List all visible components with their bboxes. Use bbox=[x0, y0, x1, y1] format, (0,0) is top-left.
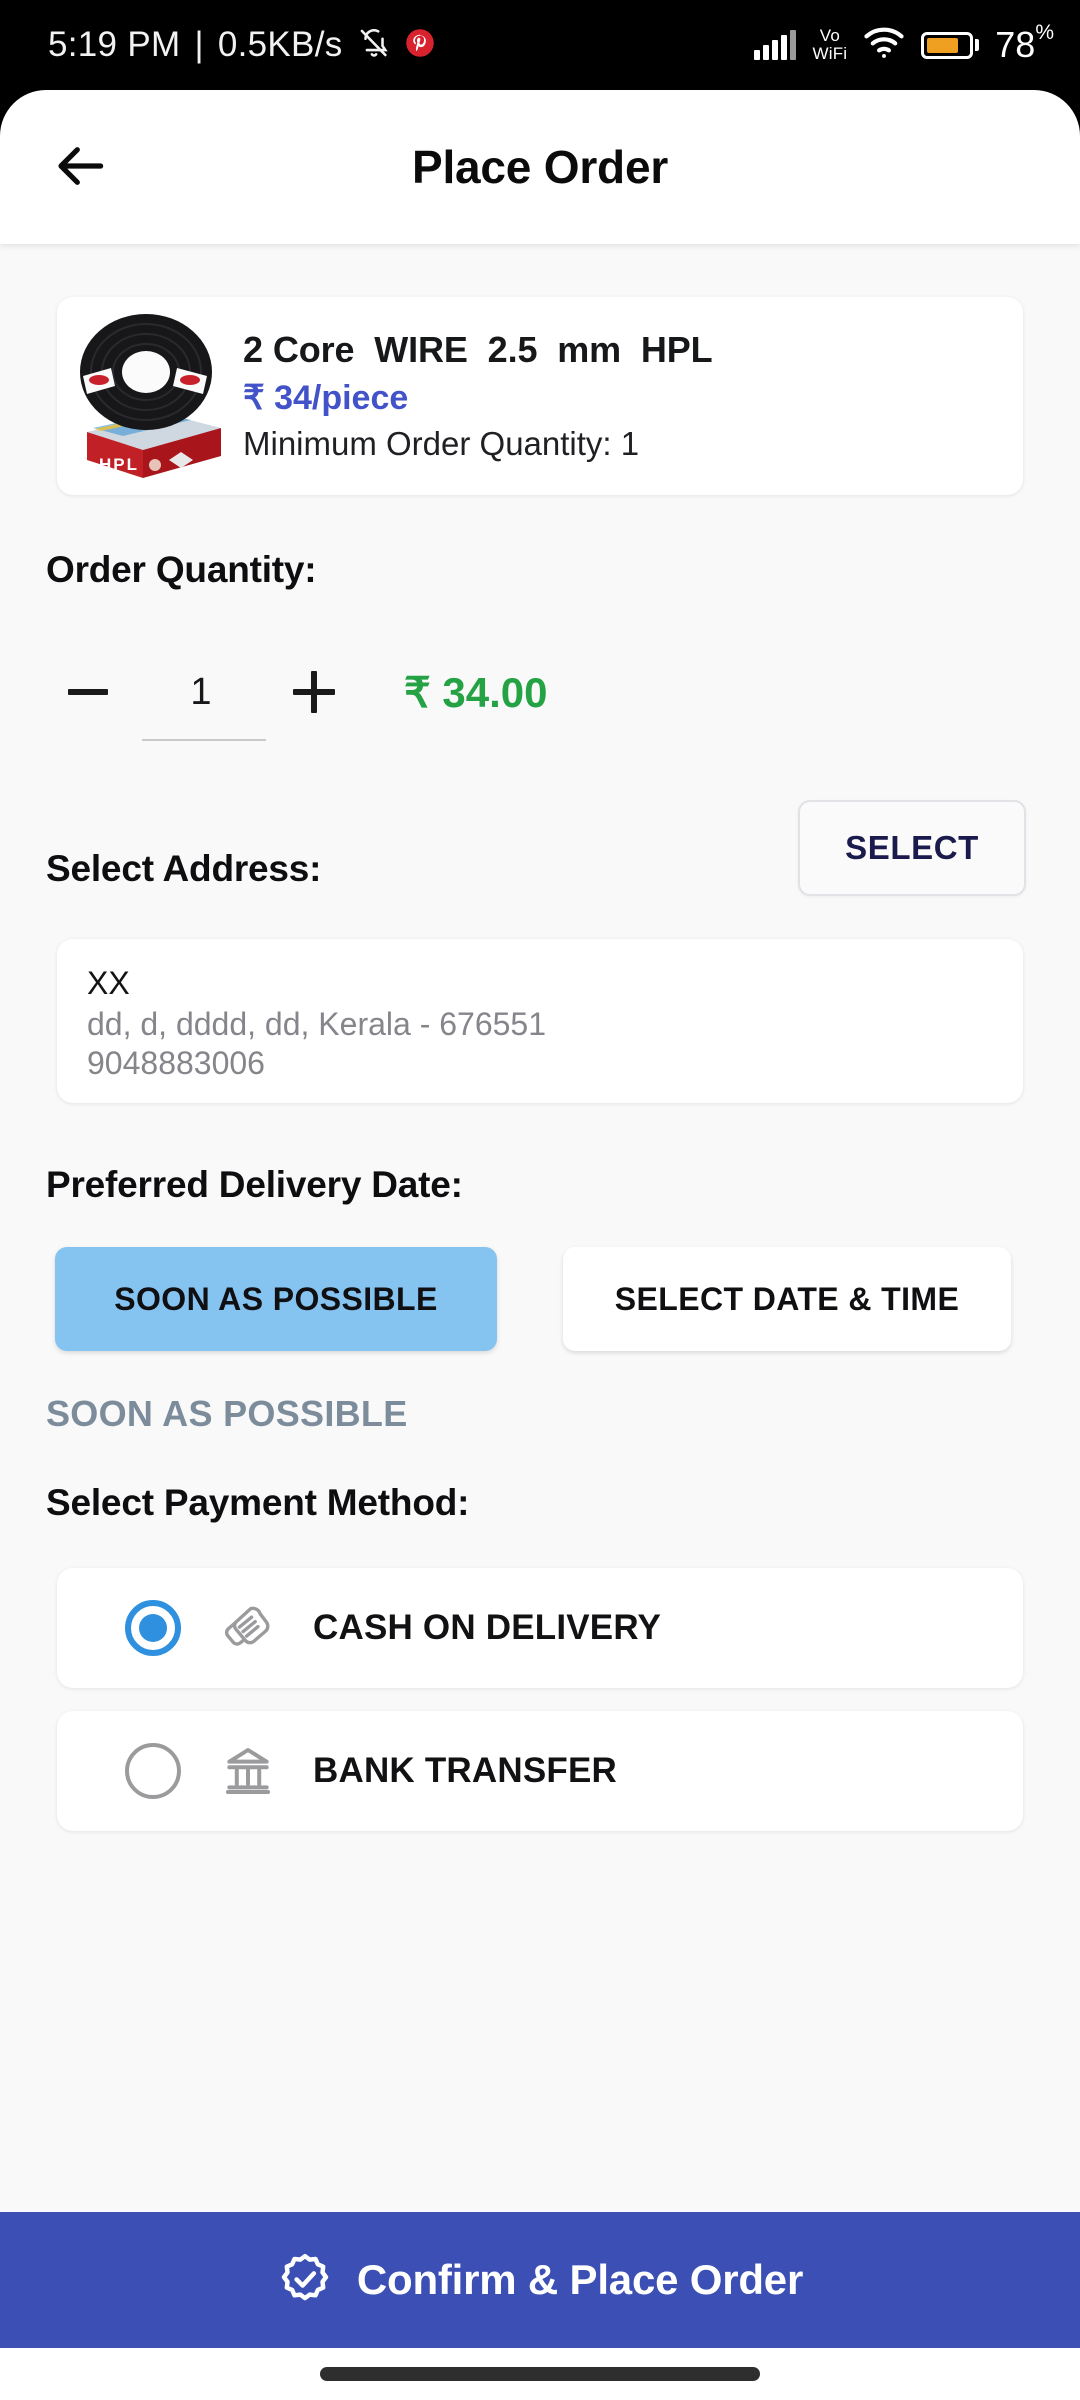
product-card[interactable]: HPL 2 Core WIRE 2.5 mm HPL ₹ 34/piece Mi… bbox=[57, 297, 1023, 495]
product-info: 2 Core WIRE 2.5 mm HPL ₹ 34/piece Minimu… bbox=[243, 329, 1023, 463]
home-gesture-pill[interactable] bbox=[320, 2367, 760, 2381]
cellular-signal-icon bbox=[754, 30, 797, 60]
order-content: HPL 2 Core WIRE 2.5 mm HPL ₹ 34/piece Mi… bbox=[0, 244, 1080, 2212]
verified-badge-check-icon bbox=[277, 2251, 333, 2310]
status-time: 5:19 PM bbox=[48, 25, 181, 64]
radio-bank-transfer[interactable] bbox=[125, 1743, 181, 1799]
delivery-date-options: SOON AS POSSIBLE SELECT DATE & TIME bbox=[55, 1247, 1011, 1351]
status-bar-right: Vo WiFi 78% bbox=[754, 20, 1054, 66]
handshake-icon bbox=[217, 1597, 279, 1659]
address-phone: 9048883006 bbox=[87, 1045, 265, 1082]
minus-icon bbox=[68, 689, 108, 695]
quantity-stepper: 1 ₹ 34.00 bbox=[46, 644, 746, 741]
quantity-value: 1 bbox=[190, 671, 212, 713]
quantity-decrement-button[interactable] bbox=[46, 650, 130, 734]
back-button[interactable] bbox=[46, 131, 118, 203]
product-price: ₹ 34/piece bbox=[243, 379, 409, 417]
radio-cash-on-delivery[interactable] bbox=[125, 1600, 181, 1656]
confirm-place-order-label: Confirm & Place Order bbox=[356, 2256, 804, 2303]
address-line: dd, d, dddd, dd, Kerala - 676551 bbox=[87, 1006, 547, 1042]
product-min-order-quantity: Minimum Order Quantity: 1 bbox=[243, 425, 640, 462]
confirm-place-order-button[interactable]: Confirm & Place Order bbox=[0, 2212, 1080, 2348]
address-name: XX bbox=[87, 965, 130, 1001]
plus-icon bbox=[293, 671, 335, 713]
status-bar-left: 5:19 PM | 0.5KB/s bbox=[48, 25, 435, 66]
pinterest-icon bbox=[405, 28, 435, 63]
volte-wifi-label: Vo WiFi bbox=[812, 26, 848, 63]
payment-method-cash-on-delivery[interactable]: CASH ON DELIVERY bbox=[57, 1568, 1023, 1688]
order-total-amount: ₹ 34.00 bbox=[404, 668, 548, 716]
product-name: 2 Core WIRE 2.5 mm HPL bbox=[243, 329, 713, 370]
page-title: Place Order bbox=[411, 141, 669, 193]
preferred-delivery-date-title: Preferred Delivery Date: bbox=[46, 1164, 463, 1205]
wifi-icon bbox=[863, 27, 905, 64]
app-header: Place Order bbox=[0, 90, 1080, 244]
select-address-button[interactable]: SELECT bbox=[798, 800, 1026, 896]
bank-icon bbox=[217, 1740, 279, 1802]
selected-address-card[interactable]: XX dd, d, dddd, dd, Kerala - 676551 9048… bbox=[57, 939, 1023, 1103]
quantity-increment-button[interactable] bbox=[272, 650, 356, 734]
payment-method-label: BANK TRANSFER bbox=[313, 1751, 617, 1790]
battery-percent: 78% bbox=[995, 20, 1054, 65]
bell-muted-icon bbox=[357, 25, 391, 66]
status-bar: 5:19 PM | 0.5KB/s Vo WiFi 78% bbox=[0, 0, 1080, 90]
delivery-option-select-date-time[interactable]: SELECT DATE & TIME bbox=[563, 1247, 1011, 1351]
order-quantity-title: Order Quantity: bbox=[46, 549, 317, 590]
payment-method-label: CASH ON DELIVERY bbox=[313, 1608, 662, 1647]
network-speed: 0.5KB/s bbox=[217, 25, 343, 64]
delivery-selected-status: SOON AS POSSIBLE bbox=[46, 1393, 408, 1434]
system-navigation-bar bbox=[0, 2348, 1080, 2400]
payment-method-list: CASH ON DELIVERY BANK TRANSFER bbox=[57, 1568, 1023, 1854]
back-arrow-icon bbox=[54, 138, 110, 197]
status-separator: | bbox=[194, 25, 204, 64]
svg-text:HPL: HPL bbox=[99, 455, 139, 474]
payment-method-bank-transfer[interactable]: BANK TRANSFER bbox=[57, 1711, 1023, 1831]
select-address-title: Select Address: bbox=[46, 848, 322, 889]
delivery-option-asap[interactable]: SOON AS POSSIBLE bbox=[55, 1247, 497, 1351]
product-image: HPL bbox=[71, 310, 221, 482]
quantity-input-underline bbox=[142, 739, 266, 741]
select-payment-method-title: Select Payment Method: bbox=[46, 1482, 470, 1523]
battery-icon bbox=[921, 31, 980, 59]
quantity-input[interactable]: 1 bbox=[130, 671, 272, 741]
